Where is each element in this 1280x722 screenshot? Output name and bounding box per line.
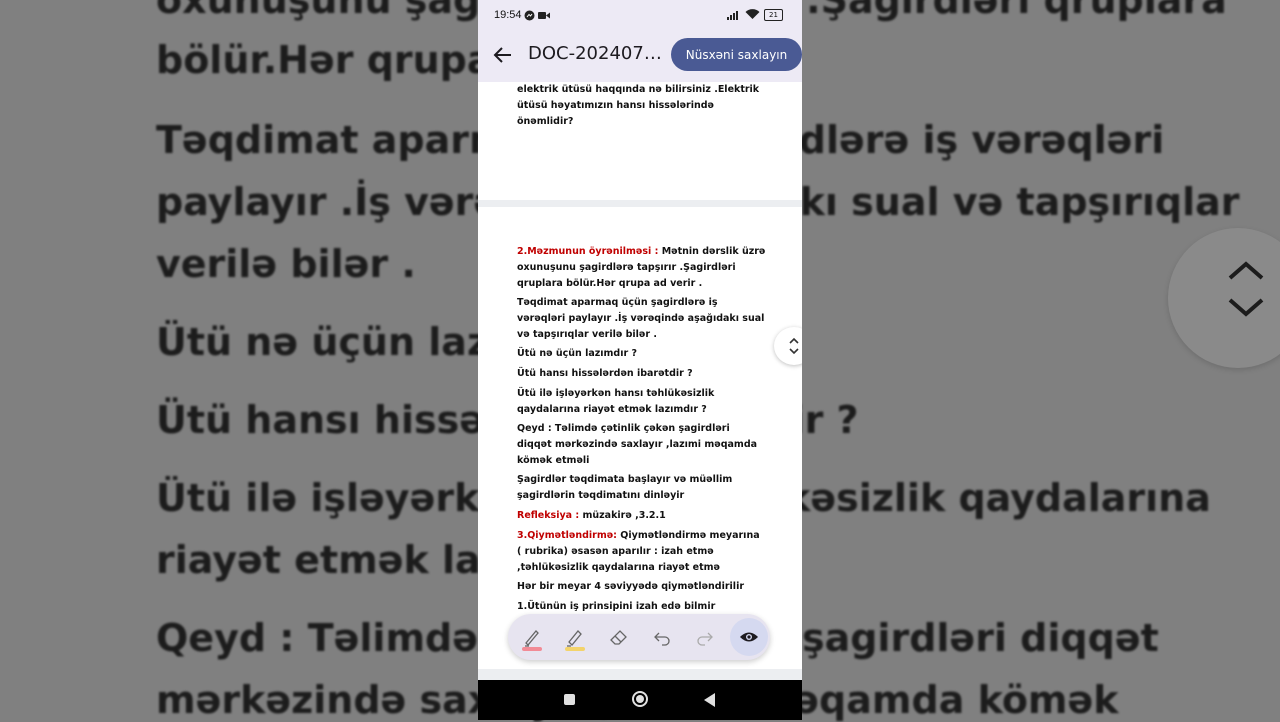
- section2-heading: 2.Məzmunun öyrənilməsi :: [517, 246, 659, 257]
- wifi-icon: [745, 9, 760, 19]
- highlighter-color-indicator: [565, 647, 585, 651]
- battery-indicator: 21: [764, 9, 783, 21]
- expand-vertical-icon: [789, 337, 799, 355]
- redo-icon[interactable]: [693, 625, 717, 649]
- background-scroll-chevrons: [1168, 228, 1280, 368]
- messenger-icon: [524, 10, 535, 21]
- refleksiya-label: Refleksiya :: [517, 510, 580, 521]
- save-copy-button[interactable]: Nüsxəni saxlayın: [671, 38, 802, 71]
- pen-icon[interactable]: [520, 625, 544, 649]
- section2-paragraph: 2.Məzmunun öyrənilməsi : Mətnin dərslik …: [517, 244, 767, 291]
- section3-heading: 3.Qiymətləndirmə:: [517, 530, 617, 541]
- video-recording-icon: [538, 12, 550, 19]
- view-mode-button[interactable]: [730, 618, 768, 656]
- phone-screen: 19:54 21 DOC-2024071... Nüsxəni saxlayın…: [478, 0, 802, 720]
- bg-line: verilə bilər .: [156, 242, 416, 286]
- section3-paragraph: 3.Qiymətləndirmə: Qiymətləndirmə meyarın…: [517, 528, 767, 575]
- document-viewer[interactable]: elektrik ütüsü haqqında nə bilirsiniz .E…: [478, 82, 802, 680]
- eye-icon: [740, 632, 758, 642]
- teqdimat-paragraph: Təqdimat aparmaq üçün şagirdlərə iş vərə…: [517, 297, 765, 340]
- document-page: elektrik ütüsü haqqında nə bilirsiniz .E…: [478, 82, 802, 200]
- question-3: Ütü ilə işləyərkən hansı təhlükəsizlik q…: [517, 388, 715, 415]
- document-title: DOC-2024071...: [528, 43, 668, 64]
- annotation-toolbar: [508, 614, 770, 660]
- highlighter-icon[interactable]: [563, 625, 587, 649]
- app-bar: DOC-2024071... Nüsxəni saxlayın: [478, 30, 802, 82]
- list-item: 1.Ütünün iş prinsipini izah edə bilmir: [517, 601, 716, 612]
- back-triangle-icon[interactable]: [704, 693, 716, 707]
- sagirdler-paragraph: Şagirdlər təqdimata başlayır və müəllim …: [517, 474, 733, 501]
- question-1: Ütü nə üçün lazımdır ?: [517, 348, 637, 359]
- home-icon[interactable]: [632, 691, 648, 707]
- back-arrow-icon[interactable]: [490, 42, 516, 68]
- page1-paragraph: elektrik ütüsü haqqında nə bilirsiniz .E…: [517, 84, 760, 127]
- status-bar: 19:54 21: [478, 0, 802, 30]
- question-2: Ütü hansı hissələrdən ibarətdir ?: [517, 368, 693, 379]
- document-page: 2.Məzmunun öyrənilməsi : Mətnin dərslik …: [478, 207, 802, 669]
- recent-apps-icon[interactable]: [564, 694, 575, 705]
- qeyd-paragraph: Qeyd : Təlimdə çətinlik çəkən şagirdləri…: [517, 423, 758, 466]
- chevron-down-icon: [1228, 298, 1264, 317]
- eraser-icon[interactable]: [607, 625, 631, 649]
- refleksiya-paragraph: Refleksiya : müzakirə ,3.2.1: [517, 508, 767, 524]
- refleksiya-text: müzakirə ,3.2.1: [579, 510, 666, 521]
- meyar-paragraph: Hər bir meyar 4 səviyyədə qiymətləndiril…: [517, 581, 745, 592]
- system-navigation-bar: [478, 680, 802, 720]
- pen-color-indicator: [522, 647, 542, 651]
- signal-icon: [727, 11, 738, 20]
- status-time: 19:54: [494, 9, 522, 21]
- undo-icon[interactable]: [650, 625, 674, 649]
- chevron-up-icon: [1228, 261, 1264, 280]
